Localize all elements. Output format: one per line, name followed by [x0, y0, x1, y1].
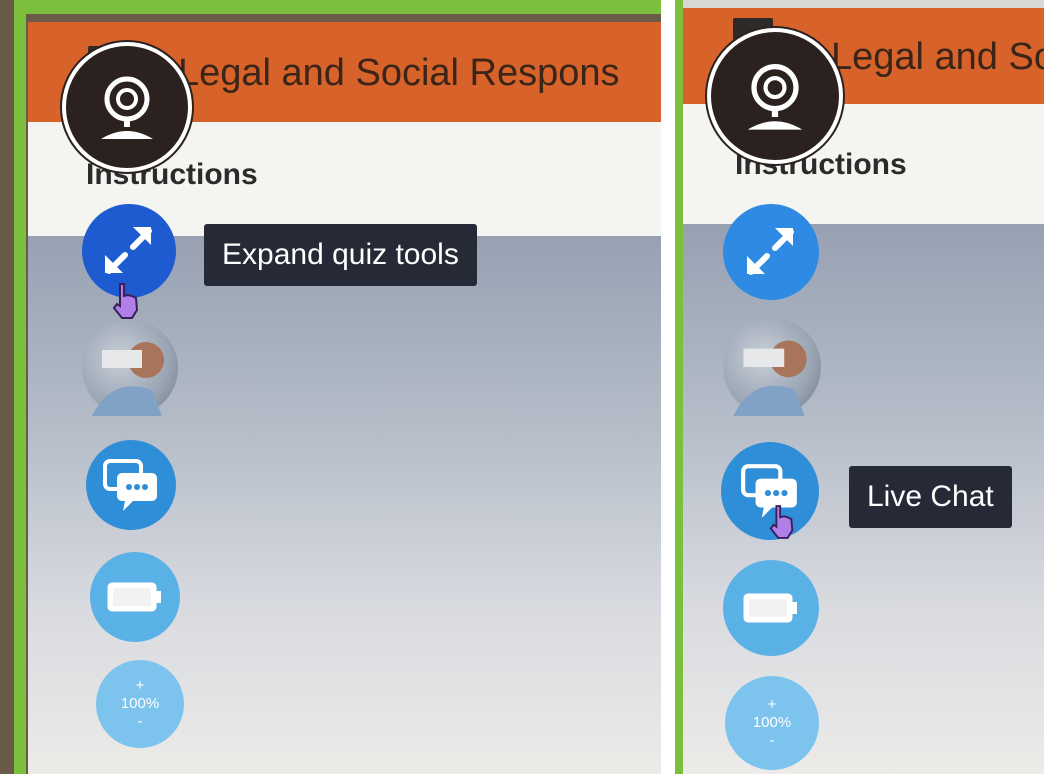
expand-quiz-tools-tooltip: Expand quiz tools: [204, 224, 477, 286]
webcam-button[interactable]: [62, 42, 192, 172]
webcam-icon: [101, 76, 153, 139]
expand-quiz-tools-button[interactable]: [723, 204, 819, 300]
proctor-video-avatar[interactable]: [723, 318, 821, 416]
battery-icon: [743, 593, 797, 623]
live-chat-button[interactable]: [86, 440, 176, 530]
zoom-in-button[interactable]: +: [768, 696, 777, 714]
zoom-in-button[interactable]: +: [136, 677, 145, 695]
quiz-screen: Legal and Social Respons Instructions: [683, 8, 1044, 774]
battery-icon: [107, 582, 161, 612]
webcam-icon: [747, 63, 803, 130]
person-silhouette-icon: [733, 340, 807, 416]
battery-status-button[interactable]: [90, 552, 180, 642]
chat-bubbles-icon: [103, 459, 157, 511]
quiz-screen: Legal and Social Respons Instructions: [28, 8, 661, 774]
hand-cursor-icon: [769, 505, 794, 539]
zoom-level: 100%: [752, 714, 792, 731]
monitor-edge: [675, 0, 683, 774]
expand-arrows-icon: [747, 228, 794, 275]
screenshot-panel-expand-tooltip: Legal and Social Respons Instructions Ex…: [0, 0, 661, 774]
zoom-control[interactable]: + 100% -: [725, 676, 819, 770]
monitor-edge: [14, 0, 26, 774]
panel-divider: [661, 0, 675, 774]
live-chat-tooltip: Live Chat: [849, 466, 1012, 528]
zoom-out-button[interactable]: -: [770, 732, 775, 750]
expand-arrows-icon: [105, 227, 152, 274]
proctor-video-avatar[interactable]: [82, 320, 178, 416]
screenshot-panel-chat-tooltip: Legal and Social Respons Instructions: [675, 0, 1044, 774]
page-title: Legal and Social Respons: [831, 36, 1044, 78]
zoom-control[interactable]: + 100% -: [96, 660, 184, 748]
person-silhouette-icon: [92, 342, 164, 416]
zoom-out-button[interactable]: -: [138, 713, 143, 731]
zoom-level: 100%: [120, 695, 160, 712]
battery-status-button[interactable]: [723, 560, 819, 656]
hand-cursor-icon: [112, 283, 139, 319]
page-title: Legal and Social Respons: [178, 52, 620, 94]
webcam-button[interactable]: [707, 28, 843, 164]
